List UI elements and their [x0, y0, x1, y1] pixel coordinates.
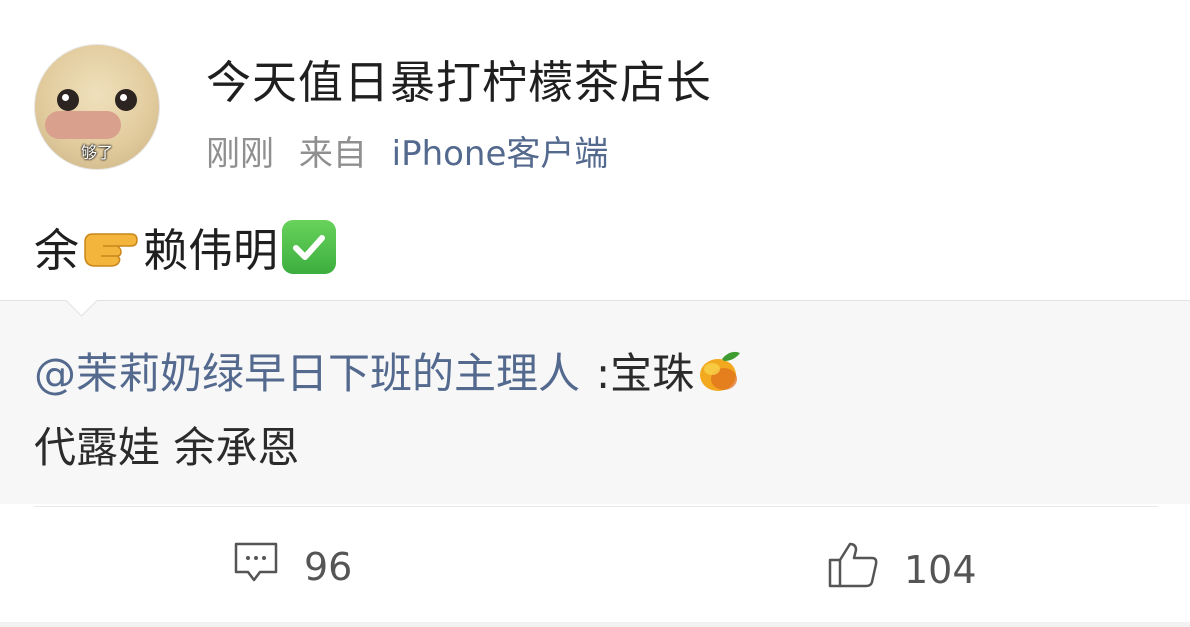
comment-icon — [232, 540, 280, 593]
username[interactable]: 今天值日暴打柠檬茶店长 — [206, 46, 712, 111]
quote-mention[interactable]: @茉莉奶绿早日下班的主理人 — [34, 340, 580, 401]
check-mark-button-icon — [282, 219, 337, 274]
avatar-finger — [45, 111, 121, 139]
avatar-eye — [115, 89, 137, 111]
post-text-before: 余 — [34, 224, 80, 277]
comment-count: 96 — [304, 544, 353, 589]
post-text-after: 赖伟明 — [143, 224, 279, 277]
post-time: 刚刚 — [206, 134, 274, 174]
avatar[interactable]: 够了 — [34, 44, 160, 170]
source-prefix: 来自 — [298, 134, 367, 174]
post-source[interactable]: iPhone客户端 — [392, 134, 609, 174]
thumbs-up-icon — [826, 540, 880, 599]
divider — [34, 506, 1158, 507]
quote-text: :宝珠 — [596, 349, 695, 398]
bottom-rule — [0, 622, 1190, 627]
quote-line-2: 代露娃 余承恩 — [34, 423, 300, 472]
like-button[interactable]: 104 — [826, 540, 977, 599]
avatar-caption: 够了 — [80, 143, 113, 162]
like-count: 104 — [904, 547, 977, 592]
post-meta: 刚刚 来自 iPhone客户端 — [206, 126, 608, 175]
weibo-post: 够了 今天值日暴打柠檬茶店长 刚刚 来自 iPhone客户端 余 赖伟明 @茉莉… — [0, 0, 1190, 627]
backhand-pointing-right-icon — [81, 224, 141, 269]
quote-line-1: @茉莉奶绿早日下班的主理人 :宝珠 — [34, 340, 746, 401]
mango-icon — [694, 345, 746, 397]
post-text: 余 赖伟明 — [34, 214, 337, 279]
avatar-eye — [57, 89, 79, 111]
comment-button[interactable]: 96 — [232, 540, 352, 593]
